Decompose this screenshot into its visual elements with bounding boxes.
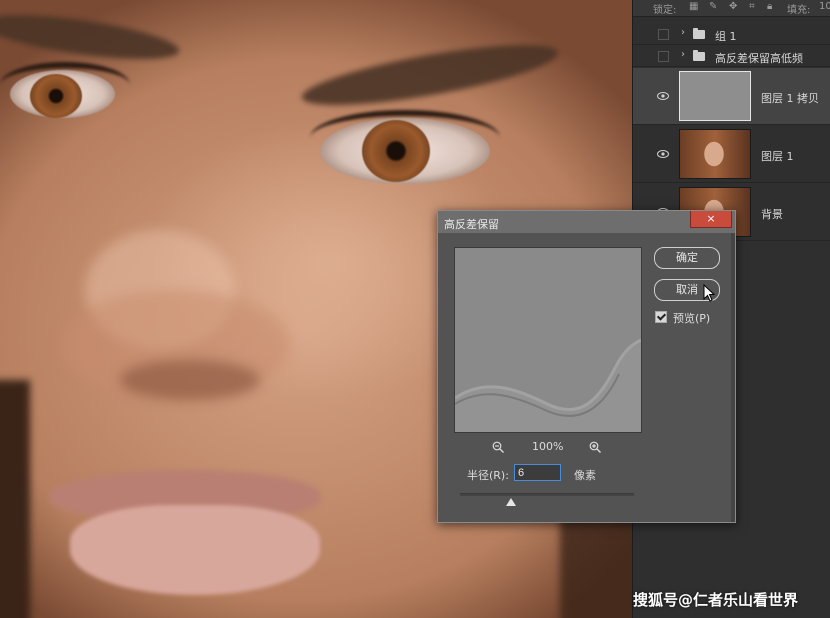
layer-row-group-2[interactable]: › 高反差保留高低频 (633, 46, 830, 67)
dialog-titlebar[interactable]: 高反差保留 × (438, 211, 735, 233)
close-icon: × (706, 212, 716, 225)
lock-all-icon[interactable]: 🔒︎ (767, 1, 772, 12)
left-iris (30, 74, 82, 118)
fill-label: 填充: (787, 5, 811, 16)
high-pass-dialog: 高反差保留 × 确定 取消 预览(P) 100% 半径(R): 像素 (437, 210, 736, 523)
radius-slider-thumb[interactable] (506, 498, 516, 506)
dialog-scrollbar[interactable] (731, 233, 735, 522)
fill-value[interactable]: 10 (819, 1, 830, 12)
layer-name: 图层 1 (761, 150, 794, 163)
visibility-toggle[interactable] (658, 29, 669, 40)
radius-slider-track[interactable] (460, 493, 634, 496)
folder-icon (693, 28, 705, 39)
preview-checkbox[interactable] (655, 311, 667, 323)
lock-label: 锁定: (653, 5, 677, 16)
zoom-controls: 100% (488, 439, 608, 455)
layer-row-group-1[interactable]: › 组 1 (633, 24, 830, 45)
chevron-right-icon[interactable]: › (681, 27, 685, 38)
dialog-title: 高反差保留 (444, 218, 499, 231)
lock-bar: 锁定: ▦ ✎ ✥ ⌗ 🔒︎ 填充: 10 (633, 0, 830, 17)
right-eyebrow (298, 32, 562, 118)
eye-icon[interactable] (657, 150, 669, 158)
layer-name: 高反差保留高低频 (715, 52, 803, 65)
layer-row-selected[interactable]: 图层 1 拷贝 (633, 68, 830, 125)
lock-artboard-icon[interactable]: ⌗ (749, 1, 755, 12)
ok-button[interactable]: 确定 (654, 247, 720, 269)
lock-move-icon[interactable]: ✥ (729, 1, 737, 12)
layer-name: 图层 1 拷贝 (761, 92, 819, 105)
folder-icon (693, 50, 705, 61)
radius-label: 半径(R): (467, 469, 509, 482)
chevron-right-icon[interactable]: › (681, 49, 685, 60)
hair-left (0, 380, 30, 618)
layer-row-layer-1[interactable]: 图层 1 (633, 126, 830, 183)
zoom-in-icon[interactable] (589, 441, 601, 453)
zoom-out-icon[interactable] (492, 441, 504, 453)
layer-name: 组 1 (715, 30, 737, 43)
left-eye (10, 70, 115, 118)
preview-texture (455, 248, 641, 432)
mouse-cursor-icon (703, 284, 715, 302)
visibility-toggle[interactable] (658, 51, 669, 62)
radius-input[interactable] (514, 464, 561, 481)
left-eyebrow (0, 6, 182, 68)
filter-preview[interactable] (454, 247, 642, 433)
layer-thumbnail-gray (679, 71, 751, 121)
eye-icon[interactable] (657, 92, 669, 100)
layer-name: 背景 (761, 208, 783, 221)
preview-label: 预览(P) (673, 312, 711, 325)
lock-paint-icon[interactable]: ✎ (709, 1, 717, 12)
unit-label: 像素 (574, 469, 596, 482)
right-eye (320, 118, 490, 184)
zoom-level: 100% (532, 440, 564, 453)
lower-lip (70, 505, 320, 595)
right-iris (362, 120, 430, 182)
nostril-shadow (120, 360, 260, 400)
watermark: 搜狐号@仁者乐山看世界 (633, 591, 799, 609)
close-button[interactable]: × (690, 211, 732, 228)
layer-thumbnail-portrait (679, 129, 751, 179)
lock-transparent-icon[interactable]: ▦ (689, 1, 698, 12)
